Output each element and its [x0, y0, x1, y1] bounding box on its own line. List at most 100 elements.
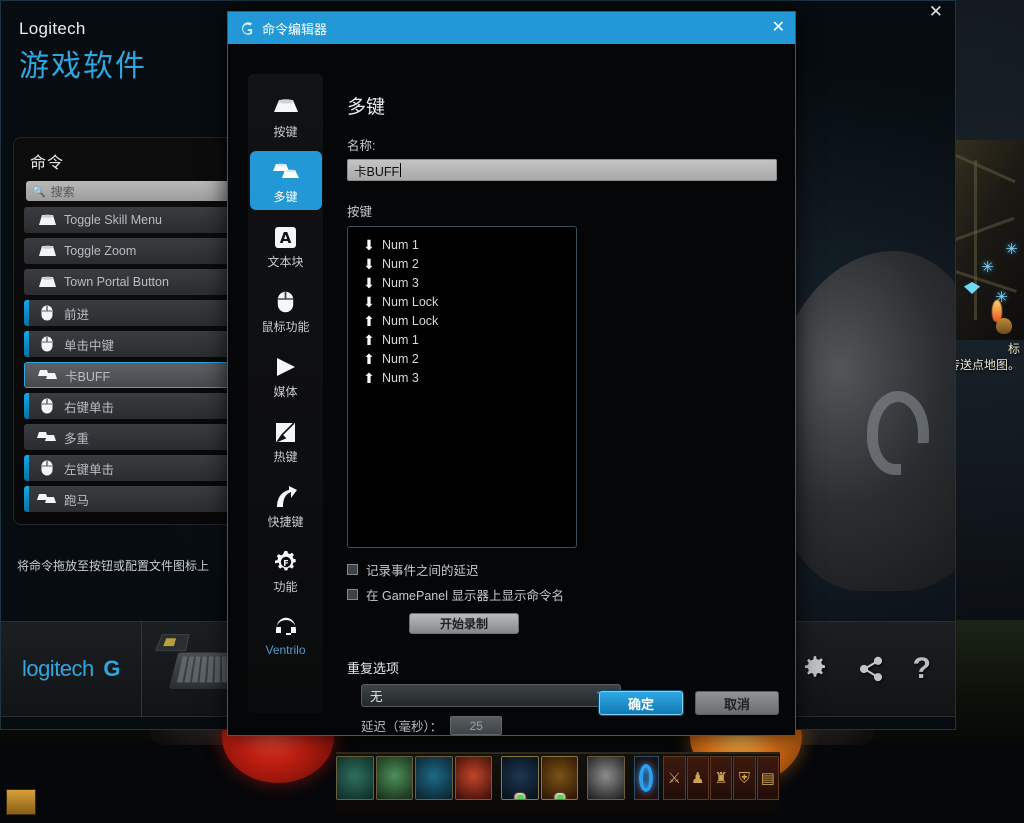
help-icon[interactable]: ? — [913, 654, 931, 684]
cancel-button[interactable]: 取消 — [695, 691, 779, 715]
tool-icons: ? — [801, 654, 931, 684]
checkbox-label: 在 GamePanel 显示器上显示命令名 — [366, 589, 564, 603]
key-up-icon: ⬆ — [363, 312, 375, 329]
mouse-icon — [34, 398, 60, 414]
mouse-icon — [34, 305, 60, 321]
key-down-icon: ⬇ — [363, 293, 375, 310]
skill-slot[interactable]: Q — [587, 756, 625, 800]
key-down-icon: ⬇ — [363, 255, 375, 272]
nav-item-shortcut[interactable]: 快捷键 — [250, 476, 322, 535]
skill-slot[interactable]: 2 — [375, 756, 414, 800]
nav-item-label: 热键 — [273, 450, 298, 464]
dialog-action-buttons: 确定 取消 — [599, 691, 779, 715]
key-name: Num Lock — [382, 313, 439, 328]
inventory-slot[interactable]: ♟ — [686, 756, 709, 800]
list-item-label: 左键单击 — [64, 462, 115, 477]
list-item[interactable]: ⬆ Num Lock — [360, 311, 576, 330]
mouse-right-icon — [553, 792, 567, 799]
logo-g-mark: G — [103, 656, 121, 681]
mouse-icon — [34, 460, 60, 476]
list-item[interactable]: ⬆ Num 1 — [360, 330, 576, 349]
repeat-selected-value: 无 — [370, 690, 383, 704]
game-hint-line1: 标 — [1007, 342, 1020, 356]
search-icon: 🔍 — [32, 185, 46, 198]
town-portal-slot[interactable] — [633, 756, 660, 800]
skill-slot[interactable]: 3 — [415, 756, 453, 800]
nav-item-multi-key[interactable]: 多键 — [249, 151, 322, 210]
key-name: Num 2 — [382, 351, 419, 366]
list-item[interactable]: ⬇ Num Lock — [360, 292, 576, 311]
keystroke-list[interactable]: ⬇ Num 1 ⬇ Num 2 ⬇ Num 3 ⬇ Num Lock ⬆ Num… — [347, 226, 577, 548]
inventory-slot[interactable]: ▤ — [756, 756, 779, 800]
inventory-slot[interactable]: ⚔ — [663, 756, 686, 800]
key-up-icon: ⬆ — [363, 369, 375, 386]
key-name: Num 1 — [382, 237, 419, 252]
list-item-label: Toggle Zoom — [64, 244, 137, 258]
repeat-options-select[interactable]: 无 — [361, 684, 621, 707]
nav-item-function[interactable]: F 功能 — [250, 541, 322, 600]
minimap-star-icon: ✳ — [1005, 241, 1018, 258]
list-item[interactable]: ⬇ Num 2 — [360, 254, 576, 273]
nav-item-label: 文本块 — [267, 255, 304, 269]
nav-item-label: 按键 — [273, 125, 298, 139]
keyboard-lcd-screen — [155, 634, 190, 652]
gear-icon[interactable] — [801, 655, 829, 683]
nav-item-ventrilo[interactable]: Ventrilo — [250, 606, 322, 662]
dialog-titlebar: 命令编辑器 ✕ — [228, 12, 795, 44]
app-branding: Logitech 游戏软件 — [19, 19, 147, 85]
skill-slot[interactable]: 1 — [336, 756, 374, 800]
name-input-value: 卡BUFF — [354, 164, 400, 179]
dialog-title: 命令编辑器 — [262, 21, 328, 37]
skill-slot-mouse-left[interactable] — [501, 756, 539, 800]
svg-text:F: F — [283, 559, 288, 568]
key-name: Num 3 — [382, 370, 419, 385]
brand-subtitle: 游戏软件 — [19, 50, 147, 83]
list-item[interactable]: ⬇ Num 3 — [360, 273, 576, 292]
list-item-label: 右键单击 — [64, 400, 115, 415]
search-placeholder: 搜索 — [50, 184, 75, 199]
nav-item-label: Ventrilo — [265, 643, 306, 657]
record-delay-checkbox-row[interactable]: 记录事件之间的延迟 — [347, 560, 777, 579]
mouse-product-illustration — [771, 251, 955, 591]
mouse-function-icon — [250, 287, 322, 317]
key-name: Num 3 — [382, 275, 419, 290]
name-input[interactable]: 卡BUFF — [347, 159, 777, 181]
checkbox-record-delay[interactable] — [347, 564, 358, 575]
logitech-g-logo: logitech G — [1, 656, 141, 682]
function-gear-icon: F — [250, 547, 322, 577]
dialog-close-button[interactable]: ✕ — [772, 20, 785, 36]
nav-item-label: 快捷键 — [267, 515, 304, 529]
taskbar-app-icon[interactable] — [6, 789, 36, 815]
list-item-label: 前进 — [64, 307, 90, 322]
ventrilo-headset-icon — [250, 612, 322, 642]
gamepanel-checkbox-row[interactable]: 在 GamePanel 显示器上显示命令名 — [347, 585, 777, 604]
nav-item-single-key[interactable]: 按键 — [250, 86, 322, 145]
media-play-icon — [250, 352, 322, 382]
list-item[interactable]: ⬇ Num 1 — [360, 235, 576, 254]
checkbox-label: 记录事件之间的延迟 — [366, 564, 479, 578]
start-recording-button[interactable]: 开始录制 — [409, 613, 519, 634]
list-item[interactable]: ⬆ Num 3 — [360, 368, 576, 387]
delay-input[interactable]: 25 — [450, 716, 503, 735]
share-icon[interactable] — [857, 655, 885, 683]
repeat-options-title: 重复选项 — [347, 661, 400, 676]
skill-slot[interactable]: 4 — [454, 756, 493, 800]
ok-button[interactable]: 确定 — [599, 691, 683, 715]
window-close-button[interactable]: ✕ — [929, 3, 943, 20]
nav-item-hotkey[interactable]: 热键 — [250, 411, 322, 470]
nav-item-text-block[interactable]: A 文本块 — [250, 216, 322, 275]
skill-slot-mouse-right[interactable] — [540, 756, 579, 800]
checkbox-show-on-gamepanel[interactable] — [347, 589, 358, 600]
text-block-icon: A — [250, 222, 322, 252]
nav-item-media[interactable]: 媒体 — [250, 346, 322, 405]
multi-key-icon — [250, 157, 322, 187]
single-key-icon — [250, 92, 322, 122]
minimap-jar-icon — [996, 318, 1012, 334]
list-item[interactable]: ⬆ Num 2 — [360, 349, 576, 368]
keyboard-icon — [34, 245, 60, 258]
game-skill-bar[interactable]: 1 2 3 4 Q ⚔ ♟ ♜ ⛨ ▤ — [336, 752, 780, 814]
logitech-g-icon — [238, 20, 254, 36]
inventory-slot[interactable]: ⛨ — [733, 756, 756, 800]
inventory-slot[interactable]: ♜ — [709, 756, 733, 800]
nav-item-mouse-function[interactable]: 鼠标功能 — [250, 281, 322, 340]
